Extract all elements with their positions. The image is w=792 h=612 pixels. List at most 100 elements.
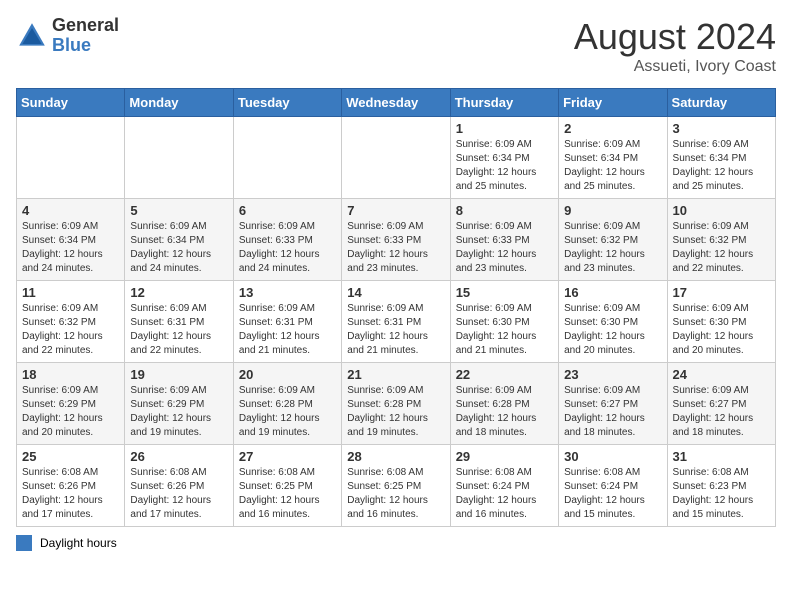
day-info: Sunrise: 6:09 AM Sunset: 6:28 PM Dayligh… [239,384,336,440]
calendar-week-row: 1 Sunrise: 6:09 AM Sunset: 6:34 PM Daylig… [17,117,776,199]
day-number: 17 [673,285,770,300]
logo: General Blue [16,16,119,56]
day-info: Sunrise: 6:08 AM Sunset: 6:26 PM Dayligh… [22,466,119,522]
day-number: 8 [456,203,553,218]
day-info: Sunrise: 6:08 AM Sunset: 6:24 PM Dayligh… [564,466,661,522]
calendar-week-row: 11Sunrise: 6:09 AM Sunset: 6:32 PM Dayli… [17,281,776,363]
calendar-cell: 17 Sunrise: 6:09 AM Sunset: 6:30 PM Dayli… [667,281,775,363]
calendar-day-header: Thursday [450,89,558,117]
calendar-day-header: Sunday [17,89,125,117]
day-number: 12 [130,285,227,300]
day-number: 31 [673,449,770,464]
day-number: 19 [130,367,227,382]
legend: Daylight hours [16,535,776,551]
day-number: 18 [22,367,119,382]
calendar-cell: 15Sunrise: 6:09 AM Sunset: 6:30 PM Dayli… [450,281,558,363]
calendar-cell [342,117,450,199]
calendar-cell: 25 Sunrise: 6:08 AM Sunset: 6:26 PM Dayli… [17,445,125,527]
calendar-cell: 20 Sunrise: 6:09 AM Sunset: 6:28 PM Dayli… [233,363,341,445]
month-title: August 2024 [574,16,776,58]
day-info: Sunrise: 6:09 AM Sunset: 6:32 PM Dayligh… [673,220,770,276]
day-info: Sunrise: 6:09 AM Sunset: 6:34 PM Dayligh… [22,220,119,276]
day-number: 5 [130,203,227,218]
calendar-cell [125,117,233,199]
calendar-cell: 31 Sunrise: 6:08 AM Sunset: 6:23 PM Dayli… [667,445,775,527]
day-info: Sunrise: 6:09 AM Sunset: 6:34 PM Dayligh… [673,138,770,194]
day-number: 24 [673,367,770,382]
day-info: Sunrise: 6:09 AM Sunset: 6:33 PM Dayligh… [239,220,336,276]
location: Assueti, Ivory Coast [574,58,776,76]
calendar-cell: 13 Sunrise: 6:09 AM Sunset: 6:31 PM Dayli… [233,281,341,363]
calendar-week-row: 18 Sunrise: 6:09 AM Sunset: 6:29 PM Dayli… [17,363,776,445]
calendar-cell: 24 Sunrise: 6:09 AM Sunset: 6:27 PM Dayli… [667,363,775,445]
calendar-cell: 28 Sunrise: 6:08 AM Sunset: 6:25 PM Dayli… [342,445,450,527]
calendar-day-header: Friday [559,89,667,117]
calendar-cell: 9Sunrise: 6:09 AM Sunset: 6:32 PM Daylig… [559,199,667,281]
day-number: 1 [456,121,553,136]
calendar-cell: 2Sunrise: 6:09 AM Sunset: 6:34 PM Daylig… [559,117,667,199]
calendar-cell: 5 Sunrise: 6:09 AM Sunset: 6:34 PM Daylig… [125,199,233,281]
calendar-cell: 26 Sunrise: 6:08 AM Sunset: 6:26 PM Dayli… [125,445,233,527]
calendar-table: SundayMondayTuesdayWednesdayThursdayFrid… [16,88,776,527]
day-info: Sunrise: 6:08 AM Sunset: 6:25 PM Dayligh… [347,466,444,522]
calendar-cell: 11Sunrise: 6:09 AM Sunset: 6:32 PM Dayli… [17,281,125,363]
day-number: 2 [564,121,661,136]
logo-text: General Blue [52,16,119,56]
calendar-week-row: 25 Sunrise: 6:08 AM Sunset: 6:26 PM Dayli… [17,445,776,527]
day-number: 25 [22,449,119,464]
day-info: Sunrise: 6:09 AM Sunset: 6:28 PM Dayligh… [347,384,444,440]
calendar-cell: 29Sunrise: 6:08 AM Sunset: 6:24 PM Dayli… [450,445,558,527]
calendar-cell: 10Sunrise: 6:09 AM Sunset: 6:32 PM Dayli… [667,199,775,281]
day-info: Sunrise: 6:08 AM Sunset: 6:23 PM Dayligh… [673,466,770,522]
day-number: 22 [456,367,553,382]
calendar-cell [233,117,341,199]
day-number: 27 [239,449,336,464]
day-info: Sunrise: 6:09 AM Sunset: 6:29 PM Dayligh… [130,384,227,440]
calendar-cell: 6 Sunrise: 6:09 AM Sunset: 6:33 PM Daylig… [233,199,341,281]
calendar-cell: 27 Sunrise: 6:08 AM Sunset: 6:25 PM Dayli… [233,445,341,527]
calendar-cell: 14 Sunrise: 6:09 AM Sunset: 6:31 PM Dayli… [342,281,450,363]
title-block: August 2024 Assueti, Ivory Coast [574,16,776,76]
day-info: Sunrise: 6:08 AM Sunset: 6:26 PM Dayligh… [130,466,227,522]
day-info: Sunrise: 6:09 AM Sunset: 6:34 PM Dayligh… [130,220,227,276]
day-info: Sunrise: 6:09 AM Sunset: 6:33 PM Dayligh… [456,220,553,276]
calendar-day-header: Tuesday [233,89,341,117]
day-number: 13 [239,285,336,300]
calendar-cell: 18 Sunrise: 6:09 AM Sunset: 6:29 PM Dayli… [17,363,125,445]
calendar-cell: 30 Sunrise: 6:08 AM Sunset: 6:24 PM Dayli… [559,445,667,527]
calendar-cell: 16Sunrise: 6:09 AM Sunset: 6:30 PM Dayli… [559,281,667,363]
day-number: 30 [564,449,661,464]
calendar-cell: 7Sunrise: 6:09 AM Sunset: 6:33 PM Daylig… [342,199,450,281]
day-info: Sunrise: 6:09 AM Sunset: 6:27 PM Dayligh… [673,384,770,440]
day-number: 16 [564,285,661,300]
day-number: 20 [239,367,336,382]
day-number: 3 [673,121,770,136]
calendar-cell: 12Sunrise: 6:09 AM Sunset: 6:31 PM Dayli… [125,281,233,363]
calendar-cell: 19 Sunrise: 6:09 AM Sunset: 6:29 PM Dayli… [125,363,233,445]
calendar-cell: 22 Sunrise: 6:09 AM Sunset: 6:28 PM Dayli… [450,363,558,445]
legend-label: Daylight hours [40,536,117,550]
calendar-cell: 8 Sunrise: 6:09 AM Sunset: 6:33 PM Daylig… [450,199,558,281]
day-info: Sunrise: 6:09 AM Sunset: 6:30 PM Dayligh… [673,302,770,358]
calendar-cell [17,117,125,199]
legend-box [16,535,32,551]
day-number: 11 [22,285,119,300]
logo-icon [16,20,48,52]
day-info: Sunrise: 6:09 AM Sunset: 6:31 PM Dayligh… [239,302,336,358]
calendar-cell: 21Sunrise: 6:09 AM Sunset: 6:28 PM Dayli… [342,363,450,445]
day-info: Sunrise: 6:08 AM Sunset: 6:25 PM Dayligh… [239,466,336,522]
day-info: Sunrise: 6:09 AM Sunset: 6:27 PM Dayligh… [564,384,661,440]
day-number: 26 [130,449,227,464]
day-info: Sunrise: 6:09 AM Sunset: 6:31 PM Dayligh… [347,302,444,358]
day-number: 14 [347,285,444,300]
day-number: 29 [456,449,553,464]
day-number: 23 [564,367,661,382]
day-info: Sunrise: 6:09 AM Sunset: 6:28 PM Dayligh… [456,384,553,440]
calendar-cell: 4Sunrise: 6:09 AM Sunset: 6:34 PM Daylig… [17,199,125,281]
day-info: Sunrise: 6:09 AM Sunset: 6:32 PM Dayligh… [564,220,661,276]
day-info: Sunrise: 6:09 AM Sunset: 6:29 PM Dayligh… [22,384,119,440]
day-number: 7 [347,203,444,218]
day-number: 6 [239,203,336,218]
day-number: 28 [347,449,444,464]
calendar-cell: 3 Sunrise: 6:09 AM Sunset: 6:34 PM Daylig… [667,117,775,199]
